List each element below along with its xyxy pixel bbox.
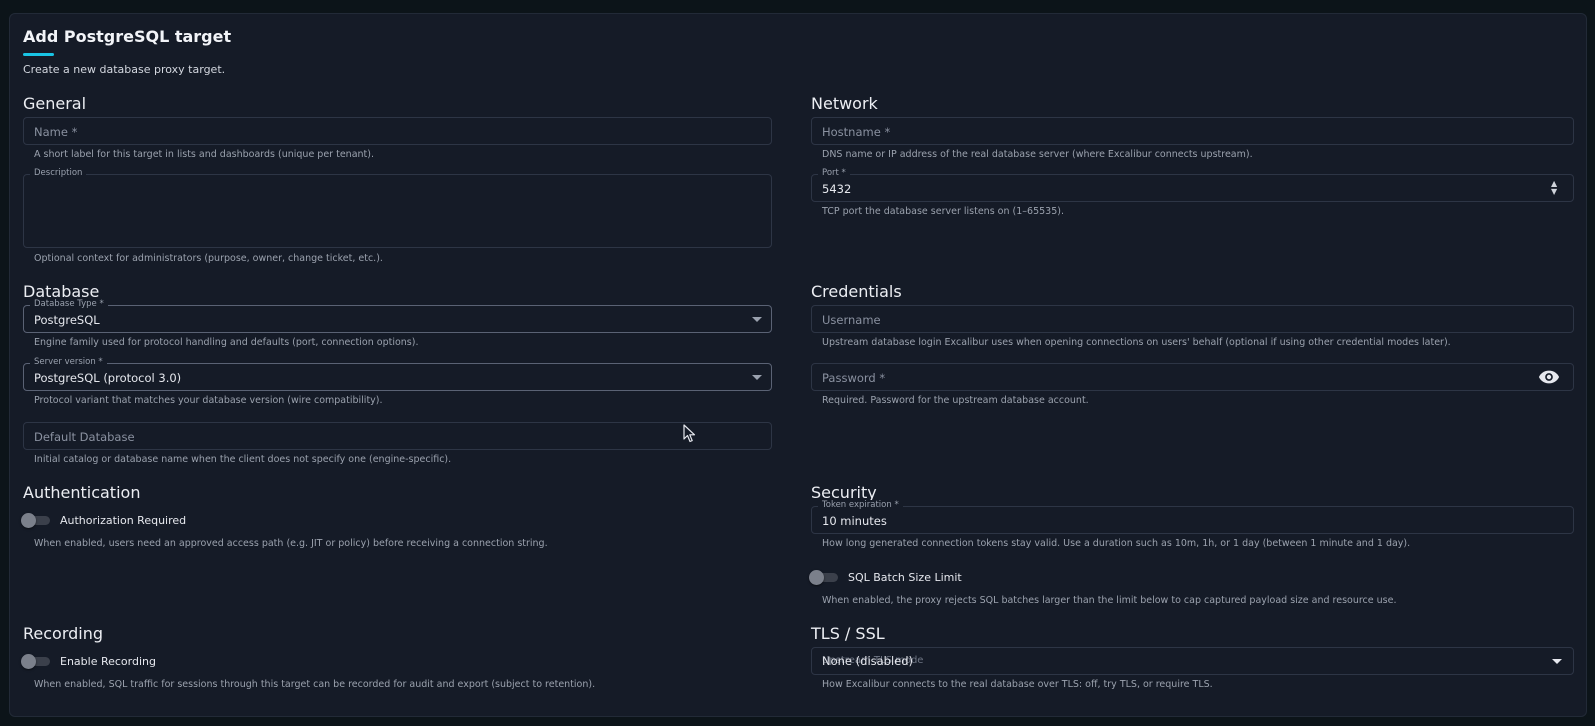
hostname-input[interactable]: Hostname * [811,117,1574,145]
name-placeholder: Name * [34,125,78,139]
server-version-help: Protocol variant that matches your datab… [34,395,383,406]
description-textarea[interactable]: Description [23,168,772,248]
token-expiration-help: How long generated connection tokens sta… [822,538,1411,549]
port-help: TCP port the database server listens on … [822,206,1064,217]
toggle-thumb [21,513,36,528]
hostname-help: DNS name or IP address of the real datab… [822,149,1253,160]
stepper-icon[interactable]: ▲ ▼ [1551,180,1557,196]
sql-batch-help: When enabled, the proxy rejects SQL batc… [822,595,1397,606]
tls-mode-select[interactable]: Upstream TLS mode None (disabled) [811,647,1574,675]
recording-toggle[interactable] [21,654,51,669]
section-network-heading: Network [811,94,878,113]
default-database-placeholder: Default Database [34,430,135,444]
authorization-toggle[interactable] [21,513,51,528]
password-placeholder: Password * [822,371,886,385]
description-label: Description [30,168,87,179]
chevron-down-icon [752,375,762,380]
section-recording-heading: Recording [23,624,104,643]
page-title: Add PostgreSQL target [23,27,232,46]
port-value: 5432 [822,182,852,196]
name-input[interactable]: Name * [23,117,772,145]
server-version-label: Server version * [30,357,107,368]
tls-mode-value: None (disabled) [822,654,914,668]
password-input[interactable]: Password * [811,363,1574,391]
server-version-select[interactable]: Server version * PostgreSQL (protocol 3.… [23,357,772,391]
toggle-thumb [809,570,824,585]
description-help: Optional context for administrators (pur… [34,253,383,264]
chevron-down-icon [1552,659,1562,664]
default-database-help: Initial catalog or database name when th… [34,454,452,465]
hostname-placeholder: Hostname * [822,125,891,139]
eye-icon[interactable] [1538,369,1560,389]
section-general-heading: General [23,94,87,113]
token-expiration-label: Token expiration * [818,500,903,511]
username-input[interactable]: Username [811,305,1574,333]
mouse-cursor-icon [683,424,697,448]
name-help: A short label for this target in lists a… [34,149,374,160]
database-type-value: PostgreSQL [34,313,100,327]
toggle-thumb [21,654,36,669]
page-subtitle: Create a new database proxy target. [23,63,226,76]
default-database-input[interactable]: Default Database [23,422,772,450]
authorization-label: Authorization Required [60,514,187,527]
username-help: Upstream database login Excalibur uses w… [822,337,1451,348]
port-label: Port * [818,168,850,179]
sql-batch-label: SQL Batch Size Limit [848,571,962,584]
authorization-help: When enabled, users need an approved acc… [34,538,548,549]
database-type-help: Engine family used for protocol handling… [34,337,419,348]
recording-help: When enabled, SQL traffic for sessions t… [34,679,596,690]
server-version-value: PostgreSQL (protocol 3.0) [34,371,182,385]
password-help: Required. Password for the upstream data… [822,395,1089,406]
section-credentials-heading: Credentials [811,282,902,301]
token-expiration-value: 10 minutes [822,514,887,528]
title-accent-bar [23,53,54,56]
section-authentication-heading: Authentication [23,483,141,502]
tls-mode-help: How Excalibur connects to the real datab… [822,679,1213,690]
database-type-select[interactable]: Database Type * PostgreSQL [23,299,772,333]
token-expiration-input[interactable]: Token expiration * 10 minutes [811,500,1574,534]
sql-batch-toggle[interactable] [809,570,839,585]
port-input[interactable]: Port * 5432 ▲ ▼ [811,168,1574,202]
chevron-down-icon [752,317,762,322]
username-placeholder: Username [822,313,881,327]
section-tls-heading: TLS / SSL [811,624,885,643]
database-type-label: Database Type * [30,299,108,310]
recording-label: Enable Recording [60,655,156,668]
